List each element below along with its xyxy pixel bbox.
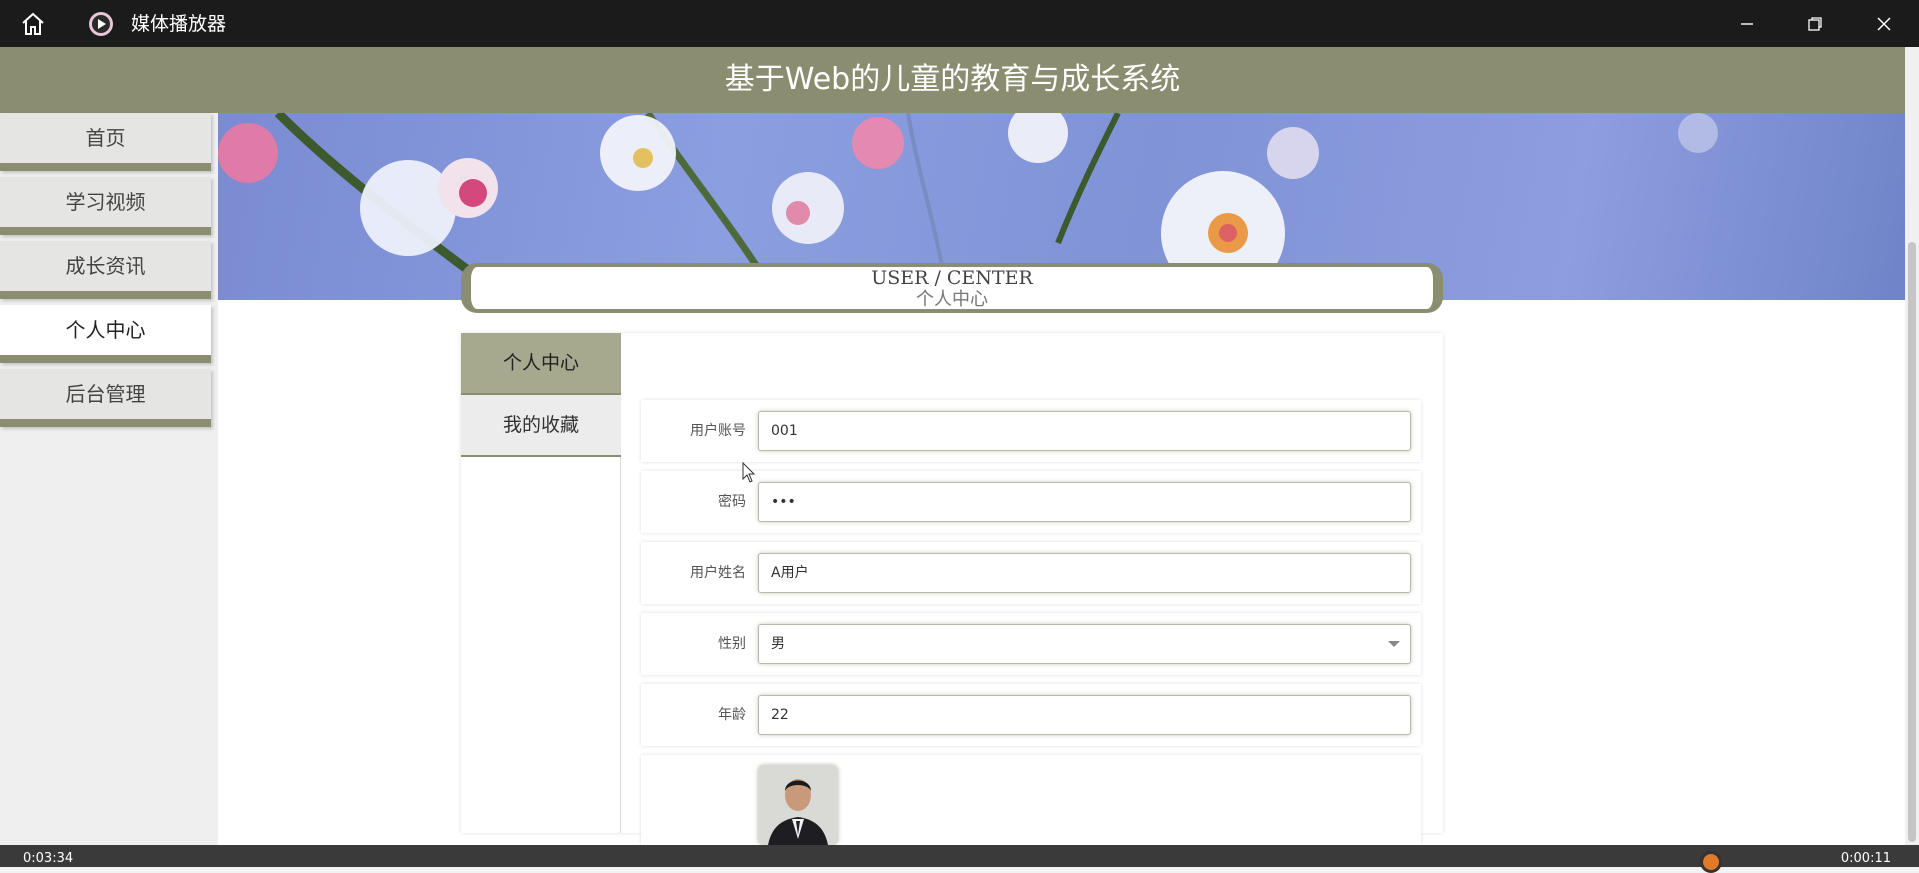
window-titlebar: 媒体播放器 bbox=[0, 0, 1919, 47]
nav-item-home[interactable]: 首页 bbox=[0, 113, 211, 171]
scrollbar-thumb[interactable] bbox=[1908, 242, 1916, 842]
page-scrollbar[interactable] bbox=[1905, 47, 1919, 845]
subnav-item-my-favorites[interactable]: 我的收藏 bbox=[461, 395, 621, 457]
nav-item-user-center[interactable]: 个人中心 bbox=[0, 305, 211, 363]
age-field[interactable]: 22 bbox=[758, 695, 1411, 735]
nav-item-admin[interactable]: 后台管理 bbox=[0, 369, 211, 427]
restore-button[interactable] bbox=[1780, 0, 1850, 47]
avatar-photo[interactable] bbox=[758, 765, 838, 845]
site-title: 基于Web的儿童的教育与成长系统 bbox=[724, 62, 1181, 97]
media-player-logo-icon bbox=[87, 10, 115, 38]
close-button[interactable] bbox=[1849, 0, 1919, 47]
name-row: 用户姓名 A用户 bbox=[641, 542, 1421, 604]
account-row: 用户账号 001 bbox=[641, 400, 1421, 462]
avatar-row bbox=[641, 755, 1421, 845]
remaining-time: 0:00:11 bbox=[1840, 851, 1891, 866]
gender-value: 男 bbox=[771, 636, 785, 652]
age-label: 年龄 bbox=[718, 707, 746, 723]
minimize-button[interactable] bbox=[1712, 0, 1782, 47]
password-row: 密码 ••• bbox=[641, 471, 1421, 533]
home-icon[interactable] bbox=[20, 11, 46, 37]
player-control-bar: 0:03:34 0:00:11 bbox=[0, 845, 1919, 873]
nav-item-learning-videos[interactable]: 学习视频 bbox=[0, 177, 211, 235]
age-row: 年龄 22 bbox=[641, 684, 1421, 746]
main-nav: 首页 学习视频 成长资讯 个人中心 后台管理 bbox=[0, 113, 218, 845]
heading-english: USER / CENTER bbox=[871, 267, 1033, 289]
user-center-panel: 个人中心 我的收藏 用户账号 001 密码 ••• 用户姓名 A用户 性别 男 … bbox=[461, 333, 1443, 845]
name-field[interactable]: A用户 bbox=[758, 553, 1411, 593]
user-center-heading: USER / CENTER 个人中心 bbox=[461, 263, 1443, 313]
subnav-item-user-center[interactable]: 个人中心 bbox=[461, 333, 621, 395]
gender-row: 性别 男 bbox=[641, 613, 1421, 675]
elapsed-time: 0:03:34 bbox=[23, 851, 74, 866]
nav-item-growth-news[interactable]: 成长资讯 bbox=[0, 241, 211, 299]
password-label: 密码 bbox=[718, 494, 746, 510]
user-center-subnav: 个人中心 我的收藏 bbox=[461, 333, 621, 833]
window-title: 媒体播放器 bbox=[131, 13, 227, 35]
heading-chinese: 个人中心 bbox=[916, 289, 988, 310]
mouse-cursor-icon bbox=[742, 461, 756, 484]
seek-handle[interactable] bbox=[1700, 851, 1722, 873]
name-label: 用户姓名 bbox=[690, 565, 746, 581]
gender-label: 性别 bbox=[718, 636, 746, 652]
account-field[interactable]: 001 bbox=[758, 411, 1411, 451]
chevron-down-icon bbox=[1388, 641, 1400, 647]
account-label: 用户账号 bbox=[690, 423, 746, 439]
site-header: 基于Web的儿童的教育与成长系统 bbox=[0, 47, 1905, 113]
gender-select[interactable]: 男 bbox=[758, 624, 1411, 664]
password-field[interactable]: ••• bbox=[758, 482, 1411, 522]
